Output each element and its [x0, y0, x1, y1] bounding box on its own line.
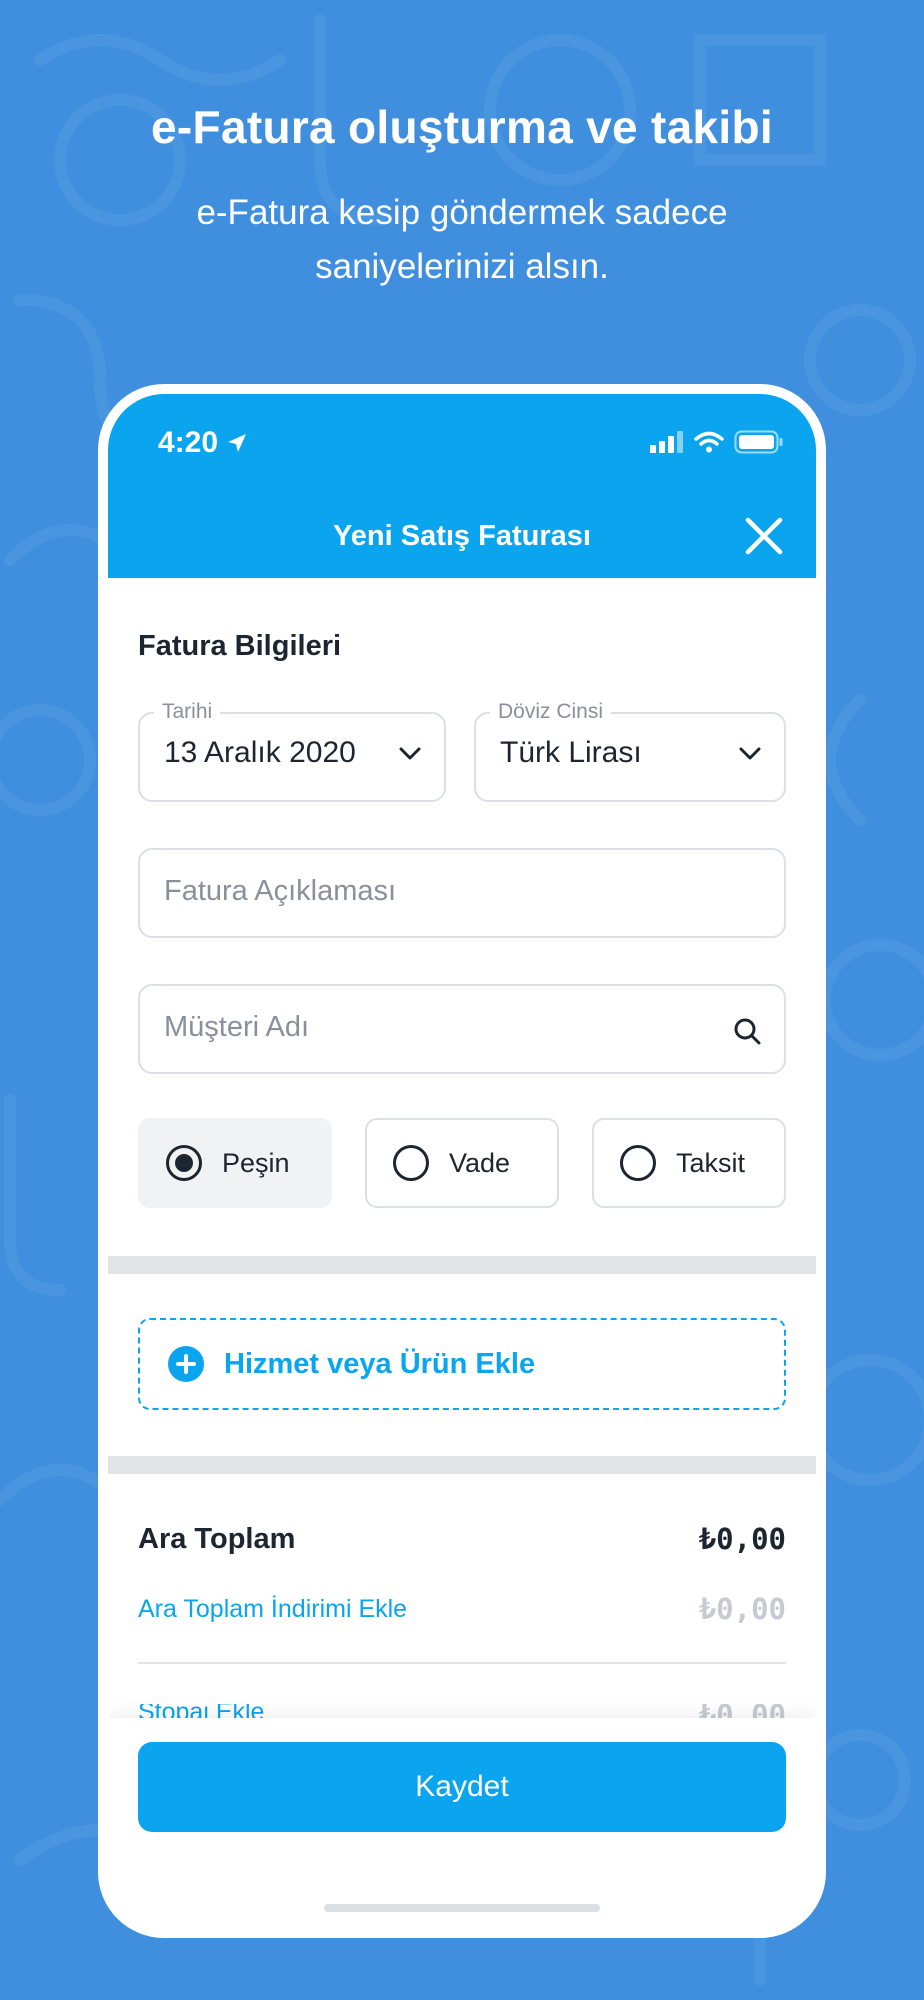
status-time: 4:20: [158, 426, 248, 460]
date-value: 13 Aralık 2020: [164, 736, 356, 769]
subtotal-row: Ara Toplam ₺0,00: [138, 1522, 786, 1556]
location-arrow-icon: [228, 434, 247, 452]
payment-option-label: Peşin: [222, 1147, 290, 1178]
payment-option-label: Vade: [449, 1147, 511, 1178]
time-label: 4:20: [158, 426, 219, 459]
cellular-signal-icon: [650, 431, 683, 453]
save-button[interactable]: Kaydet: [138, 1742, 786, 1832]
radio-unchecked-icon: [620, 1145, 656, 1181]
payment-option-vade[interactable]: Vade: [365, 1118, 559, 1208]
section-title: Fatura Bilgileri: [138, 630, 342, 662]
payment-option-taksit[interactable]: Taksit: [592, 1118, 786, 1208]
section-divider: [108, 1256, 816, 1274]
discount-row: Ara Toplam İndirimi Ekle ₺0,00: [138, 1592, 786, 1626]
radio-unchecked-icon: [393, 1145, 429, 1181]
currency-value: Türk Lirası: [500, 736, 642, 769]
date-label: Tarihi: [154, 700, 221, 724]
payment-option-label: Taksit: [676, 1147, 746, 1178]
wifi-icon: [694, 431, 724, 453]
description-placeholder: Fatura Açıklaması: [164, 875, 397, 907]
description-input[interactable]: Fatura Açıklaması: [138, 848, 786, 938]
subtotal-label: Ara Toplam: [138, 1522, 296, 1555]
chevron-down-icon: [739, 747, 761, 760]
date-select[interactable]: Tarihi 13 Aralık 2020: [138, 700, 446, 802]
discount-value: ₺0,00: [698, 1592, 786, 1626]
app-header: 4:20 Yeni Satış Faturası: [108, 394, 816, 578]
promo-headline: e-Fatura oluşturma ve takibi: [151, 101, 773, 153]
app-screen: 4:20 Yeni Satış Faturası Fatura Bilgiler…: [108, 394, 816, 1928]
section-divider: [108, 1456, 816, 1474]
chevron-down-icon: [399, 747, 421, 760]
add-discount-link[interactable]: Ara Toplam İndirimi Ekle: [138, 1595, 407, 1624]
phone-frame: 4:20 Yeni Satış Faturası Fatura Bilgiler…: [98, 384, 826, 1938]
radio-checked-icon: [166, 1145, 202, 1181]
currency-label: Döviz Cinsi: [490, 700, 612, 724]
home-indicator: [324, 1904, 600, 1912]
plus-circle-icon: [168, 1346, 204, 1382]
customer-placeholder: Müşteri Adı: [164, 1011, 310, 1043]
customer-search-input[interactable]: Müşteri Adı: [138, 984, 786, 1074]
search-icon[interactable]: [732, 1016, 762, 1046]
row-divider: [138, 1662, 786, 1664]
currency-select[interactable]: Döviz Cinsi Türk Lirası: [474, 700, 786, 802]
payment-option-pesin[interactable]: Peşin: [138, 1118, 332, 1208]
close-icon[interactable]: [742, 514, 786, 558]
status-icons: [650, 430, 784, 454]
subtotal-value: ₺0,00: [698, 1522, 786, 1556]
battery-icon: [734, 430, 783, 454]
header-title: Yeni Satış Faturası: [333, 520, 591, 552]
add-item-button[interactable]: Hizmet veya Ürün Ekle: [138, 1318, 786, 1410]
promo-subline: e-Fatura kesip göndermek sadece saniyele…: [196, 193, 728, 286]
add-item-label: Hizmet veya Ürün Ekle: [224, 1347, 536, 1380]
